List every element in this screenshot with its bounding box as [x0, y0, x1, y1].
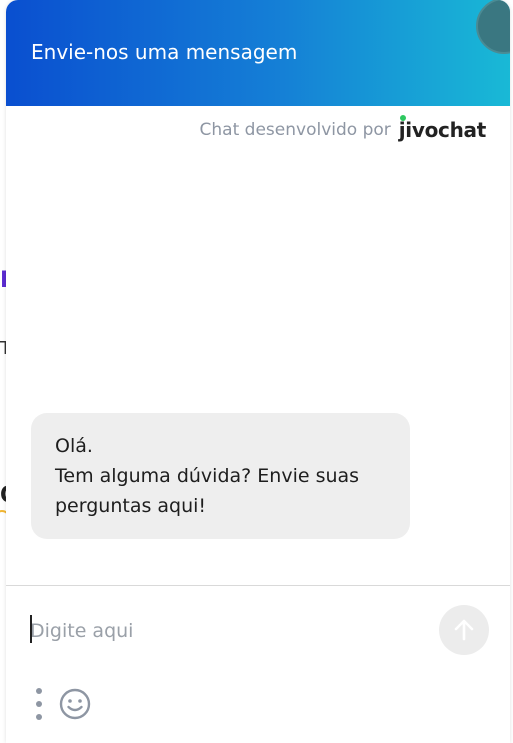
input-divider	[6, 585, 510, 586]
text-caret	[30, 615, 32, 643]
vertical-dots-icon	[36, 714, 42, 720]
agent-message-bubble: Olá. Tem alguma dúvida? Envie suas pergu…	[31, 413, 410, 539]
emoji-button[interactable]	[58, 687, 92, 721]
brand-name: jivochat	[398, 115, 486, 142]
message-line: Tem alguma dúvida? Envie suas perguntas …	[55, 465, 360, 517]
chat-header-title: Envie-nos uma mensagem	[31, 40, 298, 64]
branding[interactable]: Chat desenvolvido por jivochat	[199, 115, 486, 142]
chat-widget: Envie-nos uma mensagem Chat desenvolvido…	[6, 0, 510, 743]
chat-header: Envie-nos uma mensagem	[6, 0, 510, 106]
arrow-up-icon	[454, 619, 474, 641]
send-button[interactable]	[439, 605, 489, 655]
vertical-dots-icon	[36, 701, 42, 707]
more-options-button[interactable]	[32, 688, 46, 720]
vertical-dots-icon	[36, 688, 42, 694]
branding-text: Chat desenvolvido por	[199, 120, 391, 140]
smiley-icon	[59, 688, 91, 720]
message-input[interactable]	[30, 610, 430, 652]
message-line: Olá.	[55, 435, 93, 457]
jivochat-logo[interactable]: jivochat	[398, 115, 486, 142]
